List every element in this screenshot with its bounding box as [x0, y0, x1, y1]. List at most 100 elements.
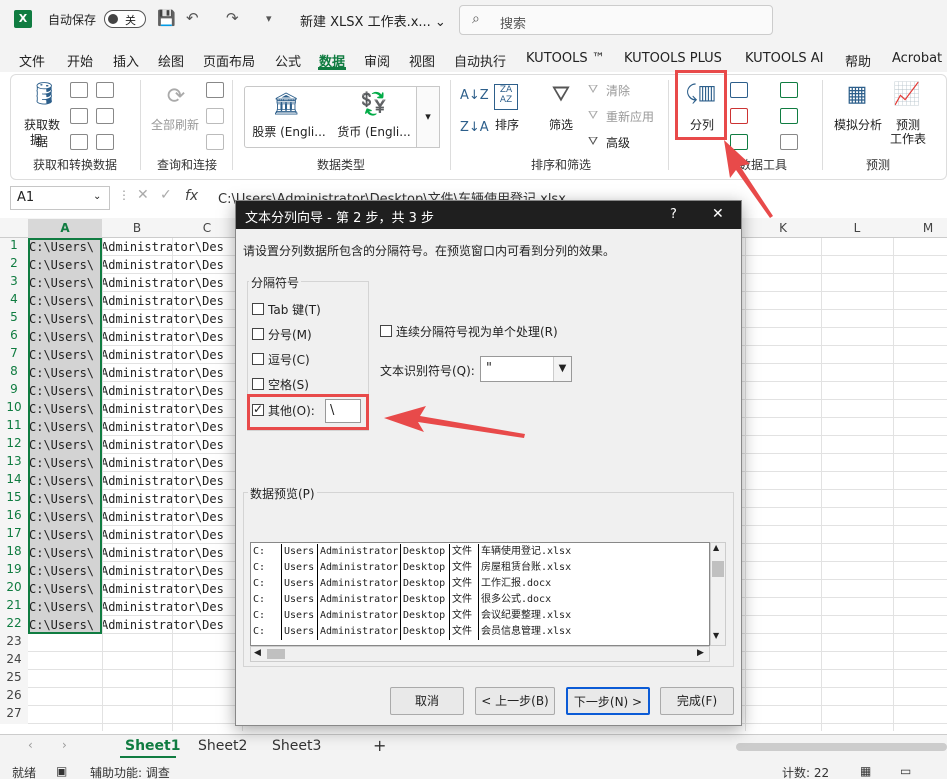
normal-view-icon[interactable]: ▦ [860, 764, 871, 778]
cell-b[interactable]: Administrator\Des [101, 616, 241, 634]
cell-a[interactable]: C:\Users\ [29, 454, 101, 472]
autosave-toggle[interactable]: 关 [104, 10, 146, 28]
row-header[interactable]: 22 [0, 616, 28, 634]
cell-a[interactable]: C:\Users\ [29, 526, 101, 544]
consecutive-checkbox[interactable] [380, 325, 392, 337]
back-button[interactable]: < 上一步(B) [475, 687, 555, 715]
cell-b[interactable]: Administrator\Des [101, 598, 241, 616]
cell-a[interactable]: C:\Users\ [29, 616, 101, 634]
row-header[interactable]: 27 [0, 706, 28, 724]
tab-draw[interactable]: 绘图 [158, 51, 184, 70]
cell-a[interactable]: C:\Users\ [29, 508, 101, 526]
queries-connections-icon[interactable] [206, 82, 224, 98]
cell-a[interactable]: C:\Users\ [29, 274, 101, 292]
row-header[interactable]: 25 [0, 670, 28, 688]
from-web-icon[interactable] [70, 108, 88, 124]
document-title[interactable]: 新建 XLSX 工作表.x... ⌄ [300, 11, 446, 30]
name-box[interactable]: A1 ⌄ [10, 186, 110, 210]
cell-b[interactable]: Administrator\Des [101, 310, 241, 328]
edit-links-icon[interactable] [206, 134, 224, 150]
column-header-b[interactable]: B [102, 221, 172, 235]
undo-icon[interactable]: ↶ [186, 9, 199, 27]
sheet-tab-sheet3[interactable]: Sheet3 [272, 738, 321, 754]
column-header-l[interactable]: L [821, 221, 893, 235]
customize-quick-access-icon[interactable]: ▾ [266, 12, 272, 25]
row-header[interactable]: 24 [0, 652, 28, 670]
horizontal-scrollbar[interactable] [736, 743, 947, 751]
row-header[interactable]: 16 [0, 508, 28, 526]
row-header[interactable]: 26 [0, 688, 28, 706]
row-header[interactable]: 10 [0, 400, 28, 418]
row-header[interactable]: 17 [0, 526, 28, 544]
data-preview[interactable]: C: Users Administrator Desktop 文件 车辆使用登记.xlsx… [250, 542, 710, 646]
add-sheet-button[interactable]: + [373, 736, 386, 755]
row-header[interactable]: 1 [0, 238, 28, 256]
cell-b[interactable]: Administrator\Des [101, 454, 241, 472]
cell-b[interactable]: Administrator\Des [101, 328, 241, 346]
cell-a[interactable]: C:\Users\ [29, 292, 101, 310]
column-header-c[interactable]: C [172, 221, 242, 235]
row-header[interactable]: 6 [0, 328, 28, 346]
cell-b[interactable]: Administrator\Des [101, 274, 241, 292]
search-input[interactable]: ⌕ 搜索 [459, 5, 773, 35]
text-qualifier-select[interactable]: " ▼ [480, 356, 572, 382]
cell-a[interactable]: C:\Users\ [29, 436, 101, 454]
from-table-icon[interactable] [70, 134, 88, 150]
row-header[interactable]: 3 [0, 274, 28, 292]
consolidate-icon[interactable] [780, 82, 798, 98]
row-header[interactable]: 14 [0, 472, 28, 490]
cell-b[interactable]: Administrator\Des [101, 256, 241, 274]
sheet-tab-sheet1[interactable]: Sheet1 [125, 738, 180, 754]
from-picture-icon[interactable] [96, 134, 114, 150]
row-header[interactable]: 2 [0, 256, 28, 274]
cell-b[interactable]: Administrator\Des [101, 526, 241, 544]
tab-kutools-plus[interactable]: KUTOOLS PLUS [624, 51, 722, 66]
cancel-icon[interactable]: ✕ [137, 187, 149, 203]
insert-function-icon[interactable]: fx [185, 188, 198, 204]
row-header[interactable]: 15 [0, 490, 28, 508]
preview-horizontal-scrollbar[interactable]: ◀ ▶ [250, 646, 710, 662]
space-checkbox[interactable] [252, 378, 264, 390]
tab-formulas[interactable]: 公式 [275, 51, 301, 70]
tab-view[interactable]: 视图 [409, 51, 435, 70]
remove-duplicates-icon[interactable] [730, 108, 748, 124]
clear-button[interactable]: 清除 [606, 82, 630, 99]
row-header[interactable]: 23 [0, 634, 28, 652]
filter-button[interactable]: 筛选 [542, 116, 580, 133]
cell-a[interactable]: C:\Users\ [29, 400, 101, 418]
chevron-down-icon[interactable]: ▼ [553, 357, 571, 381]
row-header[interactable]: 12 [0, 436, 28, 454]
currency-datatype-button[interactable]: 货币 (Engli... [334, 123, 414, 140]
flash-fill-icon[interactable] [730, 82, 748, 98]
row-header[interactable]: 13 [0, 454, 28, 472]
column-header-k[interactable]: K [745, 221, 821, 235]
cell-b[interactable]: Administrator\Des [101, 382, 241, 400]
stocks-datatype-button[interactable]: 股票 (Engli... [250, 123, 328, 140]
sort-ascending-icon[interactable]: A↓Z [460, 88, 489, 103]
cell-b[interactable]: Administrator\Des [101, 436, 241, 454]
cell-b[interactable]: Administrator\Des [101, 346, 241, 364]
properties-icon[interactable] [206, 108, 224, 124]
row-header[interactable]: 4 [0, 292, 28, 310]
recent-sources-icon[interactable] [96, 82, 114, 98]
enter-icon[interactable]: ✓ [160, 187, 172, 203]
cell-b[interactable]: Administrator\Des [101, 238, 241, 256]
row-header[interactable]: 21 [0, 598, 28, 616]
row-header[interactable]: 11 [0, 418, 28, 436]
tab-automate[interactable]: 自动执行 [454, 51, 506, 70]
cell-a[interactable]: C:\Users\ [29, 328, 101, 346]
sheet-tab-sheet2[interactable]: Sheet2 [198, 738, 247, 754]
comma-checkbox[interactable] [252, 353, 264, 365]
reapply-button[interactable]: 重新应用 [606, 108, 654, 125]
cell-a[interactable]: C:\Users\ [29, 346, 101, 364]
whatif-button[interactable]: 模拟分析 [830, 116, 886, 133]
cancel-button[interactable]: 取消 [390, 687, 464, 715]
row-header[interactable]: 19 [0, 562, 28, 580]
cell-b[interactable]: Administrator\Des [101, 580, 241, 598]
from-text-icon[interactable] [70, 82, 88, 98]
accessibility-status[interactable]: 辅助功能: 调查 [90, 764, 170, 781]
next-sheet-icon[interactable]: › [62, 738, 67, 752]
cell-b[interactable]: Administrator\Des [101, 418, 241, 436]
cell-b[interactable]: Administrator\Des [101, 292, 241, 310]
semicolon-checkbox[interactable] [252, 328, 264, 340]
